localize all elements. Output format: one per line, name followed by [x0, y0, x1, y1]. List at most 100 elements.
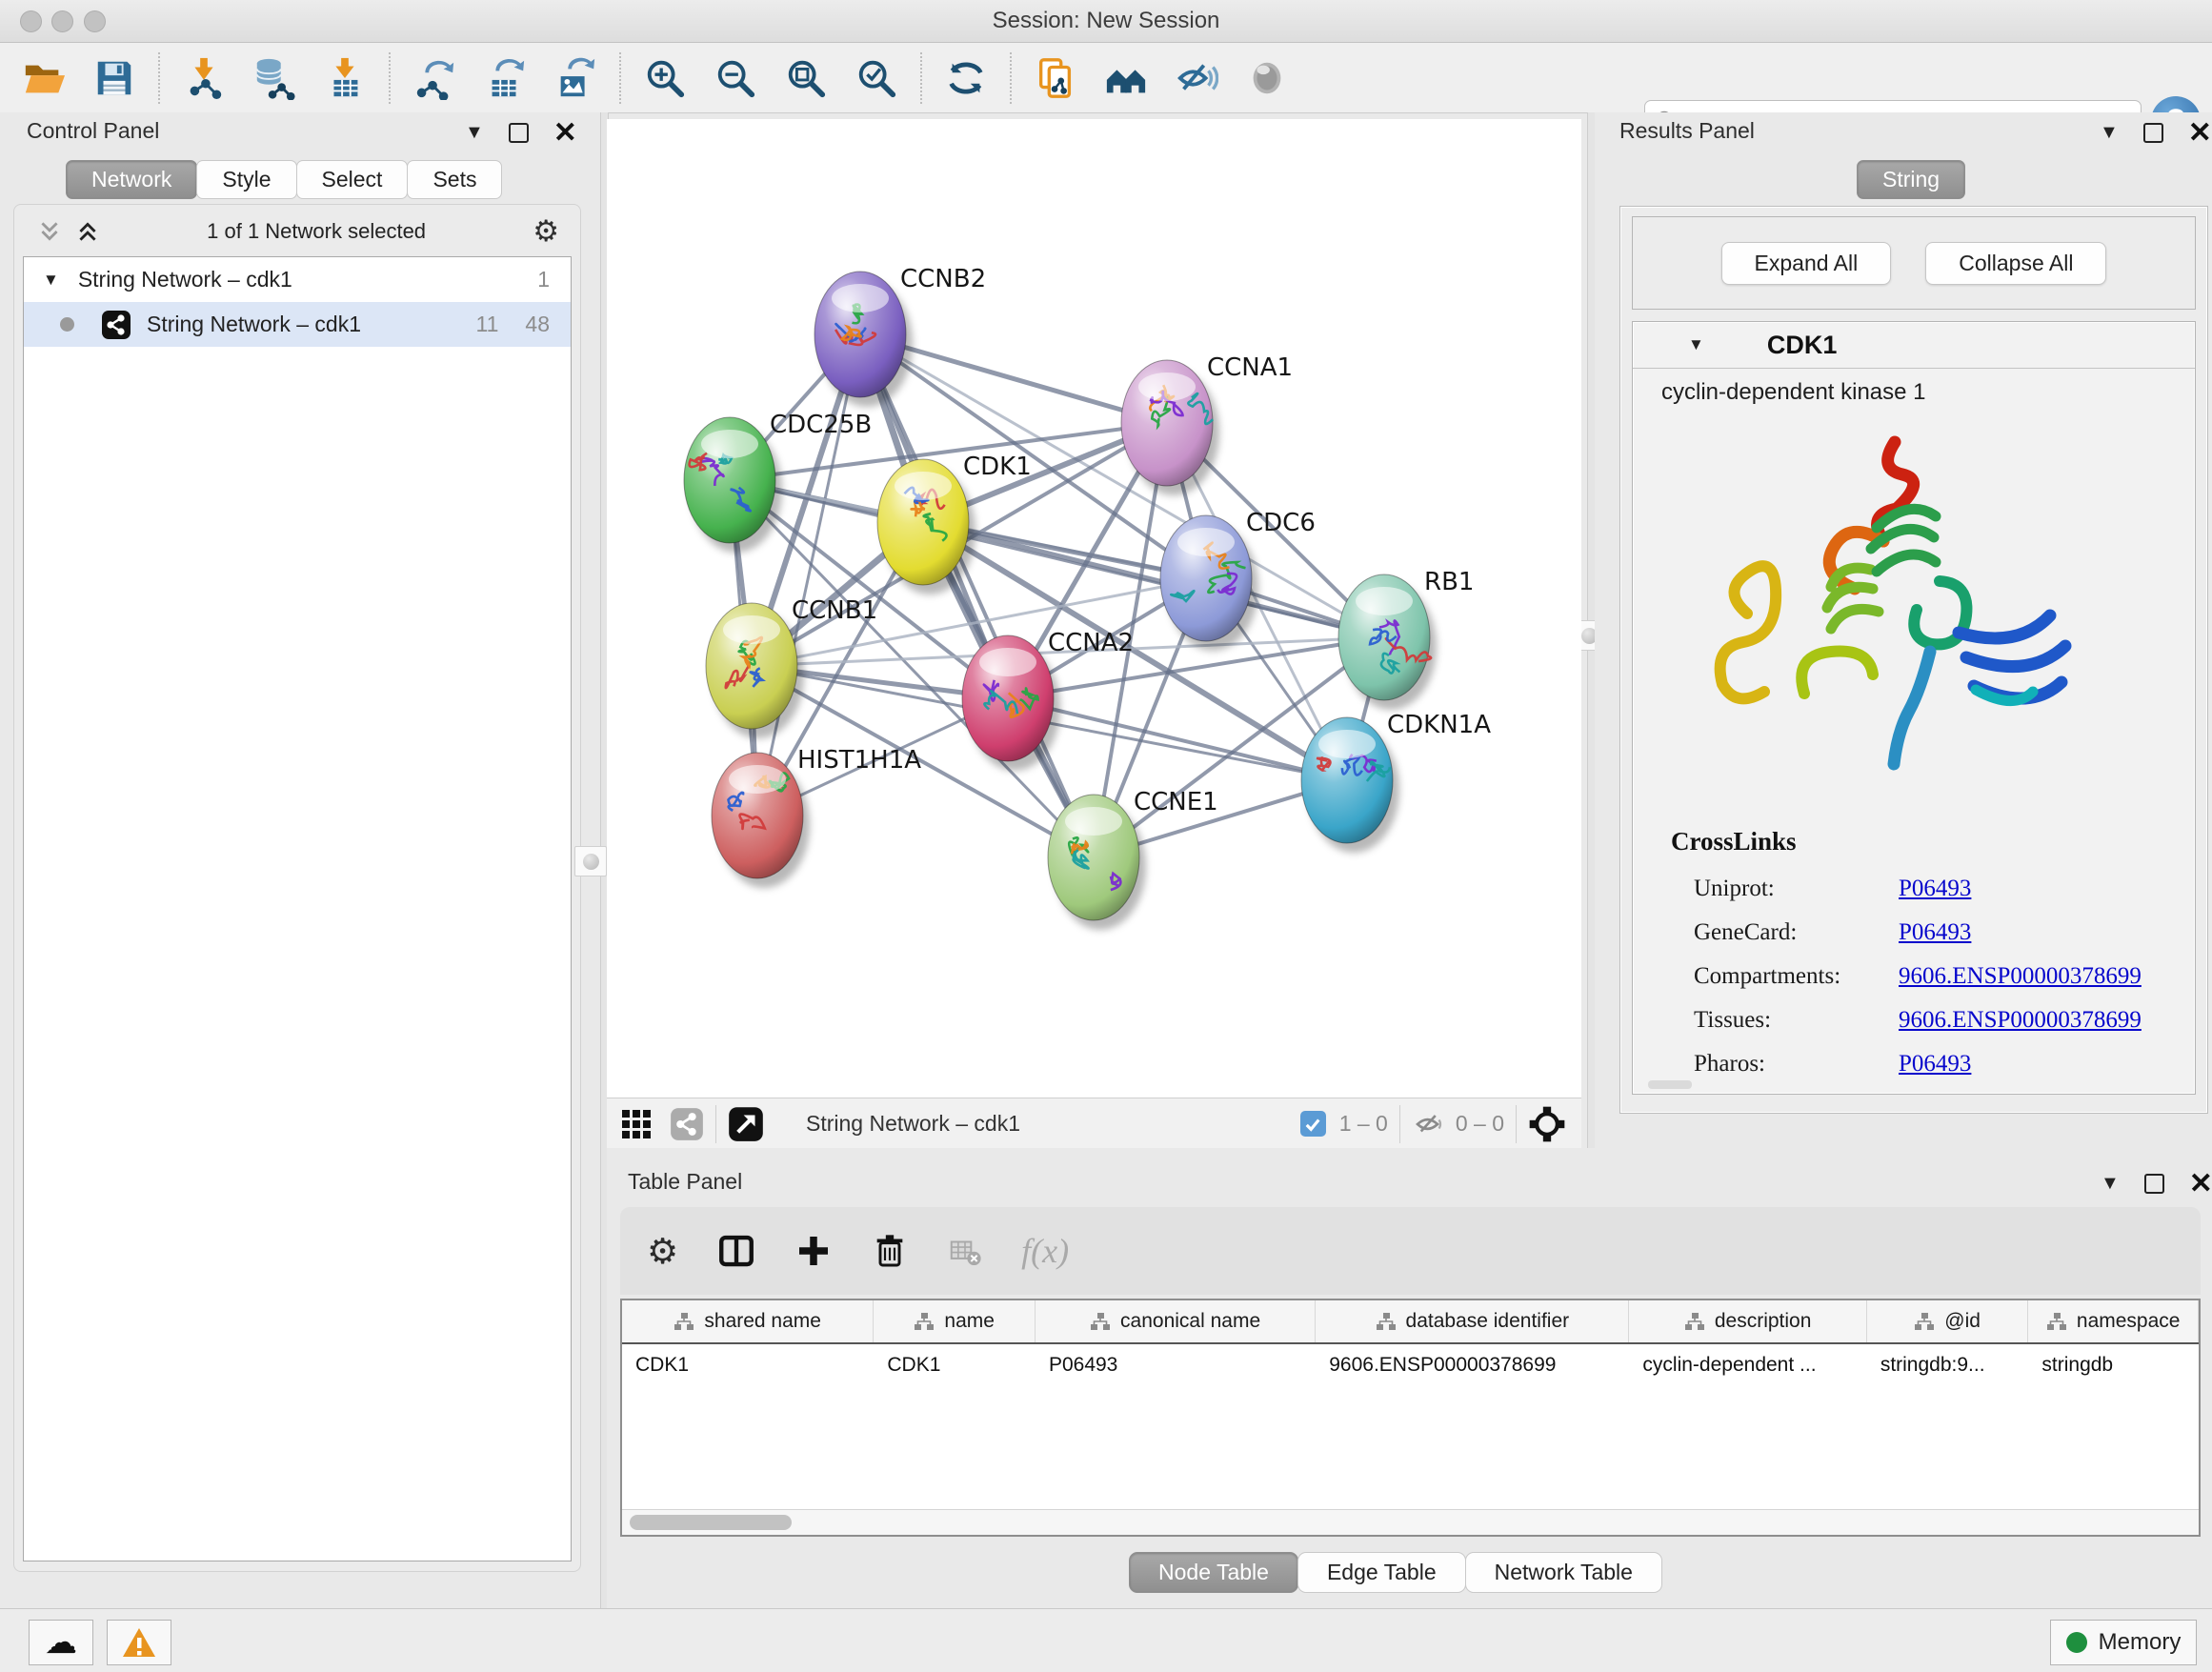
- expand-all-networks-icon[interactable]: [75, 219, 100, 244]
- tab-style[interactable]: Style: [196, 160, 296, 199]
- export-network-icon[interactable]: [412, 55, 457, 101]
- crosslink-link[interactable]: 9606.ENSP00000378699: [1899, 963, 2142, 990]
- collapse-all-button[interactable]: Collapse All: [1925, 242, 2106, 285]
- network-overview-icon[interactable]: [670, 1107, 704, 1141]
- network-options-gear-icon[interactable]: ⚙: [533, 214, 559, 249]
- crosslink-link[interactable]: P06493: [1899, 1051, 1971, 1078]
- column-header-shared-name[interactable]: shared name: [622, 1300, 874, 1342]
- zoom-in-icon[interactable]: [642, 55, 688, 101]
- tab-node-table[interactable]: Node Table: [1129, 1552, 1298, 1593]
- hide-selected-icon[interactable]: [1174, 55, 1219, 101]
- node-hist1h1a[interactable]: HIST1H1A: [712, 746, 921, 888]
- warnings-button[interactable]: [107, 1620, 171, 1665]
- birds-eye-toggle-icon[interactable]: [1528, 1105, 1566, 1143]
- column-header-namespace[interactable]: namespace: [2028, 1300, 2199, 1342]
- export-table-icon[interactable]: [482, 55, 528, 101]
- selected-nodes-checkbox[interactable]: [1300, 1111, 1326, 1137]
- table-row[interactable]: CDK1CDK1P064939606.ENSP00000378699cyclin…: [622, 1344, 2199, 1386]
- collapse-all-networks-icon[interactable]: [37, 219, 62, 244]
- column-header-description[interactable]: description: [1629, 1300, 1866, 1342]
- column-header-canonical-name[interactable]: canonical name: [1036, 1300, 1316, 1342]
- edge[interactable]: [757, 334, 860, 816]
- first-neighbors-icon[interactable]: [1103, 55, 1149, 101]
- edge[interactable]: [860, 334, 1094, 857]
- table-cell[interactable]: stringdb: [2028, 1344, 2199, 1386]
- save-session-icon[interactable]: [91, 55, 137, 101]
- show-all-icon[interactable]: [1244, 55, 1290, 101]
- control-panel-float-icon[interactable]: [509, 123, 529, 143]
- import-network-database-icon[interactable]: [251, 55, 297, 101]
- node-ccna2[interactable]: CCNA2: [962, 629, 1134, 771]
- node-rb1[interactable]: RB1: [1338, 568, 1474, 710]
- memory-button[interactable]: Memory: [2050, 1620, 2197, 1665]
- table-cell[interactable]: P06493: [1036, 1344, 1316, 1386]
- tab-sets[interactable]: Sets: [407, 160, 502, 199]
- show-columns-icon[interactable]: [716, 1231, 756, 1271]
- control-panel-close-icon[interactable]: ✕: [553, 125, 577, 141]
- control-panel-menu-icon[interactable]: ▼: [465, 122, 484, 144]
- node-ccne1[interactable]: CCNE1: [1048, 788, 1218, 930]
- column-header--id[interactable]: @id: [1867, 1300, 2029, 1342]
- node-ccnb1[interactable]: CCNB1: [706, 596, 877, 738]
- cloud-status-button[interactable]: ☁: [29, 1620, 93, 1665]
- new-network-from-selection-icon[interactable]: [1033, 55, 1078, 101]
- node-ccnb2[interactable]: CCNB2: [814, 265, 986, 407]
- zoom-selected-icon[interactable]: [854, 55, 899, 101]
- fit-content-icon[interactable]: [728, 1106, 764, 1142]
- column-header-database-identifier[interactable]: database identifier: [1316, 1300, 1629, 1342]
- column-tree-icon: [674, 1312, 694, 1331]
- tab-string[interactable]: String: [1857, 160, 1965, 199]
- table-options-gear-icon[interactable]: ⚙: [647, 1231, 678, 1272]
- zoom-out-icon[interactable]: [713, 55, 758, 101]
- table-cell[interactable]: stringdb:9...: [1867, 1344, 2029, 1386]
- node-cdkn1a[interactable]: CDKN1A: [1301, 711, 1491, 853]
- results-panel-close-icon[interactable]: ✕: [2188, 125, 2212, 141]
- zoom-fit-icon[interactable]: [783, 55, 829, 101]
- import-network-file-icon[interactable]: [181, 55, 227, 101]
- control-panel-tabs: NetworkStyleSelectSets: [67, 160, 502, 199]
- network-canvas[interactable]: CCNB2CCNA1CDC25BCDK1CDC6RB1CCNB1CCNA2CDK…: [607, 119, 1581, 1098]
- column-header-name[interactable]: name: [874, 1300, 1036, 1342]
- expand-all-button[interactable]: Expand All: [1721, 242, 1892, 285]
- delete-column-icon[interactable]: [871, 1232, 909, 1270]
- collection-expander-icon[interactable]: ▼: [43, 271, 59, 290]
- table-panel-float-icon[interactable]: [2144, 1174, 2164, 1194]
- gene-card-header[interactable]: ▼ CDK1: [1633, 322, 2195, 369]
- table-hscrollbar-thumb[interactable]: [630, 1515, 792, 1530]
- function-builder-icon: f(x): [1021, 1231, 1069, 1271]
- results-panel-float-icon[interactable]: [2143, 123, 2163, 143]
- import-table-icon[interactable]: [322, 55, 368, 101]
- table-cell[interactable]: CDK1: [622, 1344, 874, 1386]
- tab-network[interactable]: Network: [66, 160, 197, 199]
- table-panel-close-icon[interactable]: ✕: [2189, 1176, 2212, 1192]
- column-tree-icon: [914, 1312, 935, 1331]
- results-hscrollbar-thumb[interactable]: [1648, 1080, 1692, 1089]
- crosslink-link[interactable]: 9606.ENSP00000378699: [1899, 1007, 2142, 1034]
- crosslink-link[interactable]: P06493: [1899, 876, 1971, 902]
- network-current-dot-icon: [60, 317, 74, 332]
- tab-edge-table[interactable]: Edge Table: [1297, 1552, 1466, 1593]
- tab-select[interactable]: Select: [296, 160, 409, 199]
- table-hscrollbar[interactable]: [622, 1509, 2199, 1535]
- network-row[interactable]: String Network – cdk1 11 48: [24, 302, 571, 347]
- grid-view-icon[interactable]: [620, 1108, 653, 1140]
- apply-layout-icon[interactable]: [943, 55, 989, 101]
- export-image-icon[interactable]: [553, 55, 598, 101]
- crosslink-link[interactable]: P06493: [1899, 919, 1971, 946]
- node-ccna1[interactable]: CCNA1: [1121, 353, 1293, 495]
- tab-network-table[interactable]: Network Table: [1465, 1552, 1662, 1593]
- gene-expander-icon[interactable]: ▼: [1688, 335, 1704, 354]
- network-collection-row[interactable]: ▼ String Network – cdk1 1: [24, 257, 571, 302]
- table-panel-title: Table Panel: [628, 1169, 742, 1195]
- column-label: description: [1715, 1310, 1812, 1333]
- table-cell[interactable]: cyclin-dependent ...: [1629, 1344, 1866, 1386]
- cloud-icon: ☁: [45, 1628, 77, 1657]
- table-cell[interactable]: CDK1: [874, 1344, 1036, 1386]
- add-column-icon[interactable]: [794, 1232, 833, 1270]
- open-file-icon[interactable]: [21, 55, 67, 101]
- left-splitter-handle[interactable]: [574, 846, 607, 876]
- node-cdc6[interactable]: CDC6: [1160, 509, 1316, 651]
- table-panel-menu-icon[interactable]: ▼: [2101, 1173, 2120, 1195]
- results-panel-menu-icon[interactable]: ▼: [2100, 122, 2119, 144]
- table-cell[interactable]: 9606.ENSP00000378699: [1316, 1344, 1629, 1386]
